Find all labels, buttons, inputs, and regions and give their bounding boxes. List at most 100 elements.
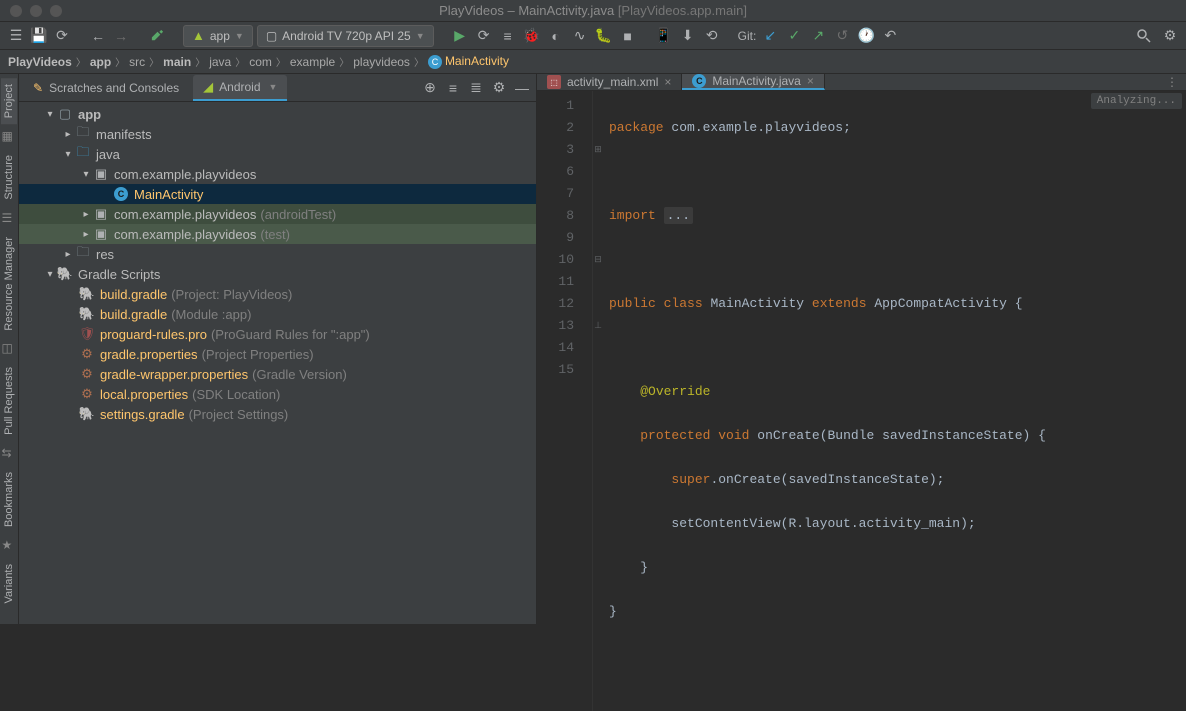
git-label: Git: <box>738 29 757 43</box>
pullreq-tool-button[interactable]: Pull Requests <box>1 361 17 441</box>
editor-tab-activity-main[interactable]: ⬚ activity_main.xml × <box>537 74 682 90</box>
git-update-icon[interactable]: ↙ <box>760 26 780 46</box>
tree-pkg1[interactable]: ▾▣com.example.playvideos <box>19 164 536 184</box>
breadcrumb-project[interactable]: PlayVideos <box>8 55 72 69</box>
close-tab-icon[interactable]: × <box>664 75 671 89</box>
project-panel: ✎ Scratches and Consoles ◢ Android ▼ ⊕ ≡… <box>19 74 537 624</box>
fold-gutter: ⊞⊟⊥ <box>593 91 603 711</box>
forward-icon[interactable]: → <box>111 26 131 46</box>
build-hammer-icon[interactable] <box>147 26 167 46</box>
collapse-all-icon[interactable]: ≣ <box>466 78 486 98</box>
android-icon: ▲ <box>192 28 205 43</box>
close-tab-icon[interactable]: × <box>807 74 814 88</box>
line-gutter: 1 2 3 6 7 8 9 10 11 12 13 14 15 <box>537 91 593 711</box>
tree-manifests[interactable]: ▸🗀manifests <box>19 124 536 144</box>
tree-bg2[interactable]: 🐘build.gradle(Module :app) <box>19 304 536 324</box>
breadcrumb-com[interactable]: com <box>249 55 272 69</box>
git-commit-icon[interactable]: ✓ <box>784 26 804 46</box>
clock-icon[interactable]: 🕐 <box>856 26 876 46</box>
titlebar: PlayVideos – MainActivity.java [PlayVide… <box>0 0 1186 22</box>
search-icon[interactable] <box>1134 26 1154 46</box>
pullreq-tool-icon: ⇆ <box>2 446 17 461</box>
structure-tool-icon: ☰ <box>2 211 17 226</box>
breadcrumb-example[interactable]: example <box>290 55 335 69</box>
tree-gp[interactable]: ⚙gradle.properties(Project Properties) <box>19 344 536 364</box>
stop-icon[interactable]: ■ <box>618 26 638 46</box>
breadcrumb: PlayVideos〉 app〉 src〉 main〉 java〉 com〉 e… <box>0 50 1186 74</box>
resmgr-tool-icon: ◫ <box>2 341 17 356</box>
run-icon[interactable]: ▶ <box>450 26 470 46</box>
panel-settings-icon[interactable]: ⚙ <box>489 78 509 98</box>
structure-tool-button[interactable]: Structure <box>1 149 17 206</box>
resmgr-tool-button[interactable]: Resource Manager <box>1 231 17 337</box>
android-icon: ◢ <box>203 79 213 95</box>
tree-bg1[interactable]: 🐘build.gradle(Project: PlayVideos) <box>19 284 536 304</box>
git-history-icon[interactable]: ↺ <box>832 26 852 46</box>
revert-icon[interactable]: ↶ <box>880 26 900 46</box>
main-toolbar: ☰ 💾 ⟳ ← → ▲ app ▼ ▢ Android TV 720p API … <box>0 22 1186 50</box>
apply-changes-icon[interactable]: ⟳ <box>474 26 494 46</box>
project-tool-button[interactable]: Project <box>1 78 17 124</box>
window-controls <box>0 5 62 17</box>
breadcrumb-pkg[interactable]: playvideos <box>353 55 410 69</box>
analyzing-badge: Analyzing... <box>1091 93 1182 109</box>
breadcrumb-java[interactable]: java <box>209 55 231 69</box>
tree-gradle-scripts[interactable]: ▾🐘Gradle Scripts <box>19 264 536 284</box>
xml-icon: ⬚ <box>547 75 561 89</box>
tree-pkg3[interactable]: ▸▣com.example.playvideos(test) <box>19 224 536 244</box>
left-tool-stripe: Project ▦ Structure ☰ Resource Manager ◫… <box>0 74 19 624</box>
tree-pkg2[interactable]: ▸▣com.example.playvideos(androidTest) <box>19 204 536 224</box>
hide-panel-icon[interactable]: — <box>512 78 532 98</box>
sync-icon[interactable]: ⟲ <box>702 26 722 46</box>
tree-gwp[interactable]: ⚙gradle-wrapper.properties(Gradle Versio… <box>19 364 536 384</box>
run-config-dropdown[interactable]: ▲ app ▼ <box>183 25 253 47</box>
close-window[interactable] <box>10 5 22 17</box>
project-tree[interactable]: ▾▢app ▸🗀manifests ▾🗀java ▾▣com.example.p… <box>19 102 536 624</box>
git-push-icon[interactable]: ↗ <box>808 26 828 46</box>
tree-res[interactable]: ▸🗀res <box>19 244 536 264</box>
tree-java[interactable]: ▾🗀java <box>19 144 536 164</box>
open-icon[interactable]: ☰ <box>6 26 26 46</box>
avd-icon[interactable]: 📱 <box>654 26 674 46</box>
apply-code-icon[interactable]: ≡ <box>498 26 518 46</box>
refresh-icon[interactable]: ⟳ <box>52 26 72 46</box>
settings-icon[interactable]: ⚙ <box>1160 26 1180 46</box>
bookmarks-tool-icon: ★ <box>2 538 17 553</box>
tree-app[interactable]: ▾▢app <box>19 104 536 124</box>
editor-area: ⬚ activity_main.xml × C MainActivity.jav… <box>537 74 1186 624</box>
code-content[interactable]: package com.example.playvideos; import .… <box>603 91 1186 711</box>
tree-mainactivity[interactable]: CMainActivity <box>19 184 536 204</box>
variants-tool-button[interactable]: Variants <box>1 558 17 610</box>
breadcrumb-src[interactable]: src <box>129 55 145 69</box>
back-icon[interactable]: ← <box>88 26 108 46</box>
breadcrumb-main[interactable]: main <box>163 55 191 69</box>
editor-tabs: ⬚ activity_main.xml × C MainActivity.jav… <box>537 74 1186 91</box>
minimize-window[interactable] <box>30 5 42 17</box>
sdk-icon[interactable]: ⬇ <box>678 26 698 46</box>
profile-icon[interactable]: ∿ <box>570 26 590 46</box>
coverage-icon[interactable]: ◐ <box>546 26 566 46</box>
scratches-icon: ✎ <box>33 81 43 95</box>
bookmarks-tool-button[interactable]: Bookmarks <box>1 466 17 533</box>
android-tab[interactable]: ◢ Android ▼ <box>193 75 287 101</box>
maximize-window[interactable] <box>50 5 62 17</box>
scratches-tab[interactable]: ✎ Scratches and Consoles <box>23 77 189 99</box>
window-title: PlayVideos – MainActivity.java [PlayVide… <box>439 3 747 18</box>
editor-tab-mainactivity[interactable]: C MainActivity.java × <box>682 74 825 90</box>
tree-proguard[interactable]: 🛡proguard-rules.pro(ProGuard Rules for "… <box>19 324 536 344</box>
device-dropdown[interactable]: ▢ Android TV 720p API 25 ▼ <box>257 25 434 47</box>
tree-lp[interactable]: ⚙local.properties(SDK Location) <box>19 384 536 404</box>
locate-icon[interactable]: ⊕ <box>420 78 440 98</box>
expand-all-icon[interactable]: ≡ <box>443 78 463 98</box>
tree-sg[interactable]: 🐘settings.gradle(Project Settings) <box>19 404 536 424</box>
tab-more-icon[interactable]: ⋮ <box>1158 74 1186 90</box>
debug-icon[interactable]: 🐞 <box>522 26 542 46</box>
save-icon[interactable]: 💾 <box>29 26 49 46</box>
class-icon: C <box>692 74 706 88</box>
code-editor[interactable]: Analyzing... 1 2 3 6 7 8 9 10 11 12 13 1… <box>537 91 1186 711</box>
project-tool-icon: ▦ <box>2 129 17 144</box>
phone-icon: ▢ <box>266 29 277 43</box>
attach-debugger-icon[interactable]: 🐛 <box>594 26 614 46</box>
breadcrumb-module[interactable]: app <box>90 55 111 69</box>
breadcrumb-class[interactable]: CMainActivity <box>428 54 509 69</box>
